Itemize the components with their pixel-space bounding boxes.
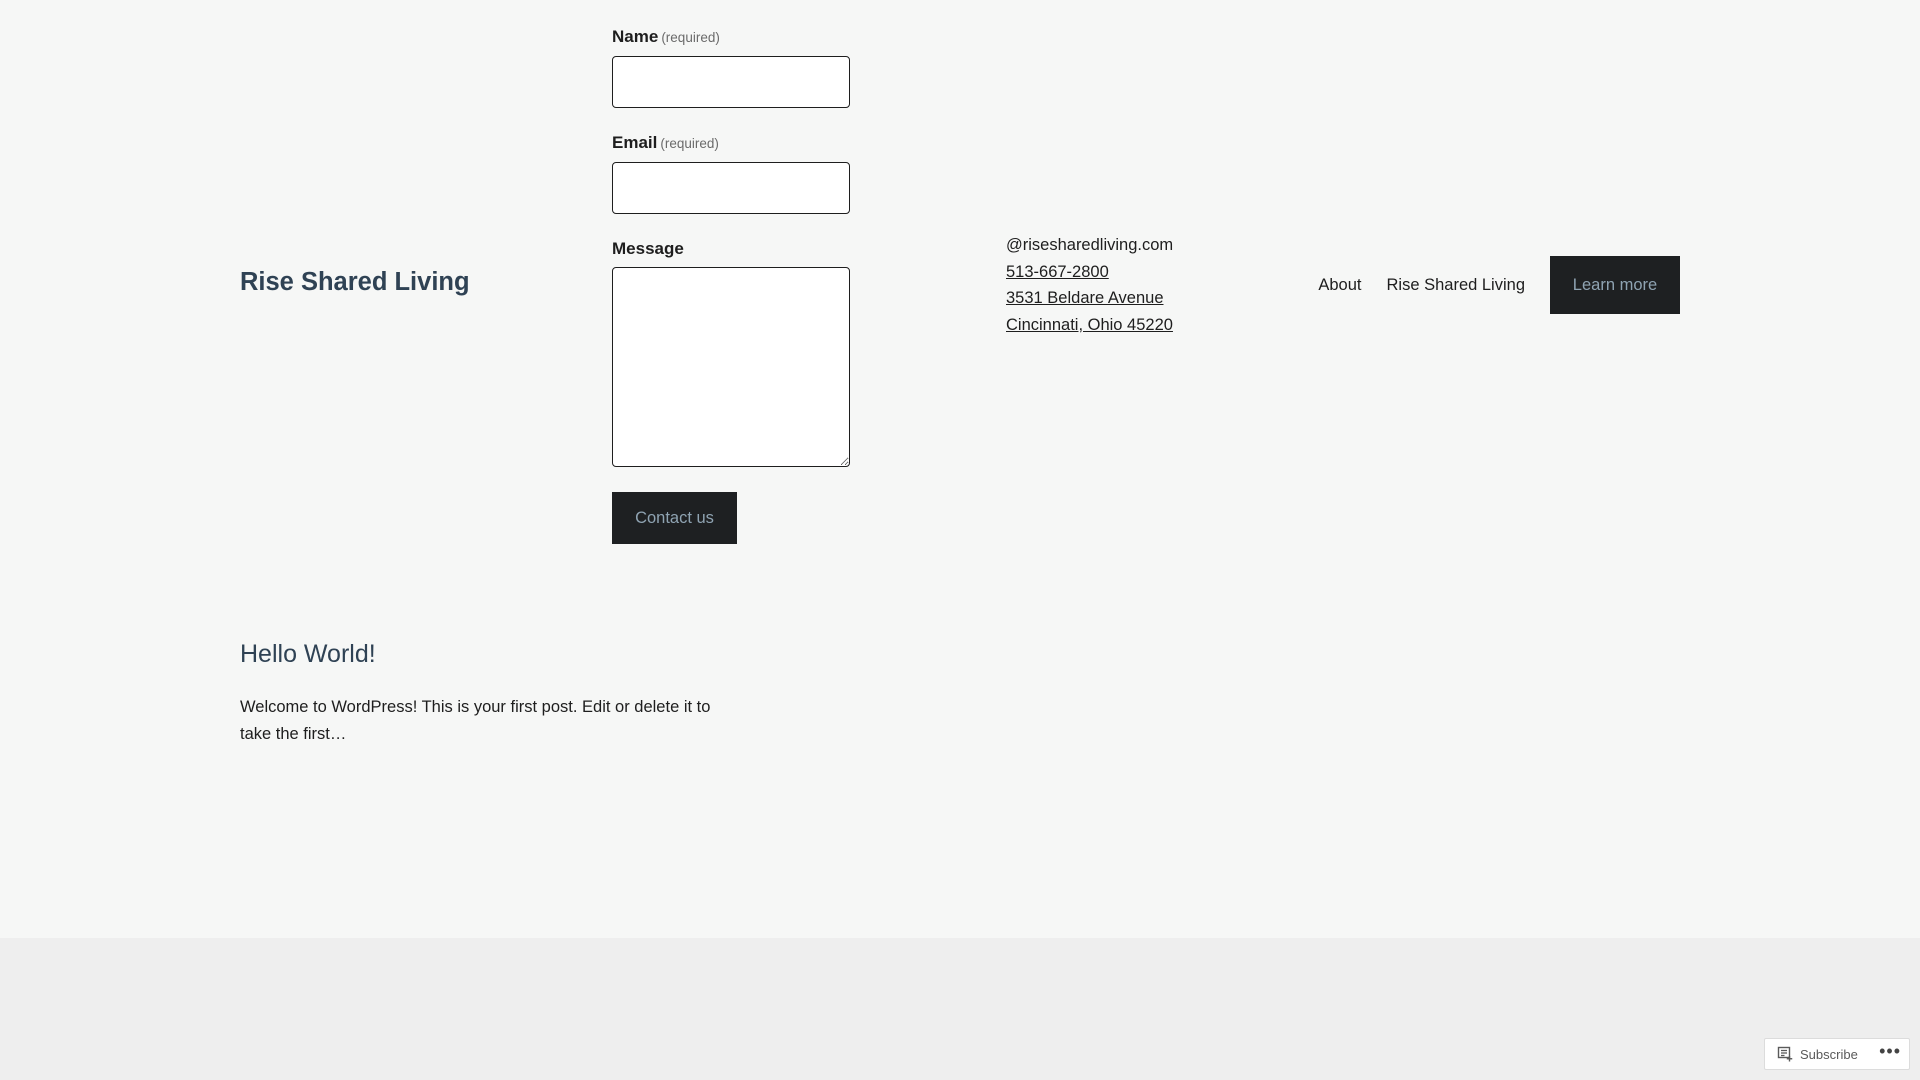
reader-icon — [1777, 1046, 1793, 1062]
contact-form: Name (required) Email (required) Message C… — [612, 25, 852, 544]
email-required-note: (required) — [660, 136, 719, 151]
name-input[interactable] — [612, 56, 850, 108]
main-nav: About Rise Shared Living Learn more — [1318, 256, 1680, 314]
message-label: Message — [612, 239, 684, 258]
nav-item-rise-shared-living[interactable]: Rise Shared Living — [1387, 276, 1526, 295]
post-title[interactable]: Hello World! — [240, 640, 376, 669]
learn-more-button[interactable]: Learn more — [1550, 256, 1680, 314]
email-label: Email (required) — [612, 131, 852, 156]
name-required-note: (required) — [661, 30, 720, 45]
name-field-group: Name (required) — [612, 25, 852, 108]
contact-phone-link[interactable]: 513-667-2800 — [1006, 259, 1173, 286]
nav-item-about[interactable]: About — [1318, 276, 1361, 295]
email-field-group: Email (required) — [612, 131, 852, 214]
message-textarea[interactable] — [612, 267, 850, 467]
more-dots-icon[interactable]: ••• — [1879, 1042, 1901, 1066]
subscribe-widget: Subscribe ••• — [1764, 1038, 1910, 1070]
contact-us-button[interactable]: Contact us — [612, 492, 737, 544]
contact-email: @risesharedliving.com — [1006, 236, 1174, 254]
subscribe-button[interactable]: Subscribe — [1765, 1039, 1858, 1069]
message-field-group: Message — [612, 237, 852, 467]
email-input[interactable] — [612, 162, 850, 214]
post-title-link[interactable]: Hello World! — [240, 640, 376, 668]
contact-info: @risesharedliving.com 513-667-2800 3531 … — [1006, 232, 1173, 338]
site-title[interactable]: Rise Shared Living — [240, 268, 470, 297]
post-excerpt: Welcome to WordPress! This is your first… — [240, 698, 711, 743]
contact-address-line1-link[interactable]: 3531 Beldare Avenue — [1006, 285, 1173, 312]
name-label-text: Name — [612, 27, 659, 46]
email-label-text: Email — [612, 133, 658, 152]
subscribe-label: Subscribe — [1800, 1046, 1858, 1062]
name-label: Name (required) — [612, 25, 852, 50]
footer-band: Subscribe ••• — [0, 938, 1920, 1080]
contact-address-line2-link[interactable]: Cincinnati, Ohio 45220 — [1006, 312, 1173, 339]
